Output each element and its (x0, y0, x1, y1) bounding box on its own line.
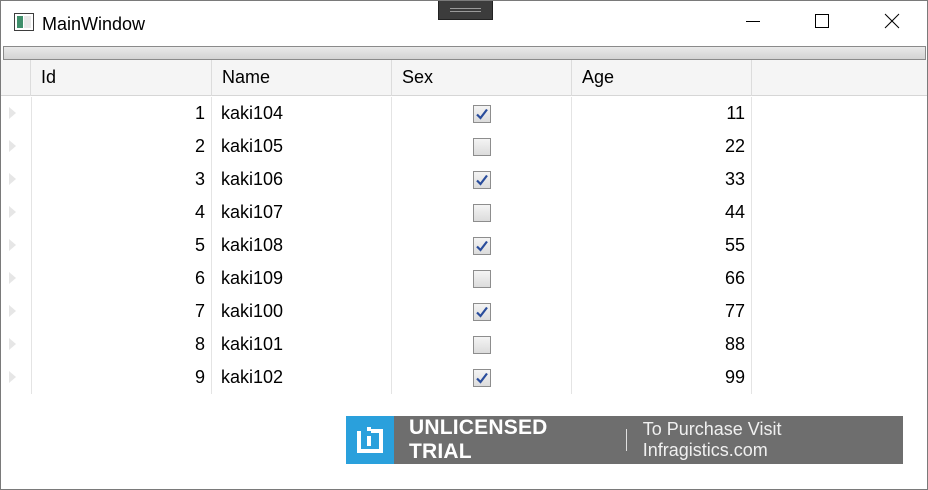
checkmark-icon (476, 108, 488, 120)
table-row[interactable]: 2 kaki105 22 (1, 130, 927, 163)
row-selector-arrow-icon[interactable] (9, 107, 16, 119)
cell-sex[interactable] (391, 163, 571, 196)
cell-age[interactable]: 77 (571, 295, 751, 328)
toolbar-band (3, 46, 926, 60)
sex-checkbox[interactable] (473, 138, 491, 156)
cell-age[interactable]: 99 (571, 361, 751, 394)
sex-checkbox[interactable] (473, 369, 491, 387)
sex-checkbox[interactable] (473, 336, 491, 354)
trial-watermark: UNLICENSED TRIAL To Purchase Visit Infra… (346, 416, 903, 464)
table-row[interactable]: 4 kaki107 44 (1, 196, 927, 229)
cell-age[interactable]: 11 (571, 97, 751, 130)
maximize-button[interactable] (787, 1, 857, 45)
cell-age[interactable]: 44 (571, 196, 751, 229)
watermark-divider (625, 429, 627, 451)
row-selector-arrow-icon[interactable] (9, 305, 16, 317)
sex-checkbox[interactable] (473, 204, 491, 222)
grid-body: 1 kaki104 11 2 kaki105 22 3 kaki106 33 4… (1, 97, 927, 394)
column-header-sex[interactable]: Sex (392, 60, 572, 96)
cell-name[interactable]: kaki108 (221, 229, 391, 262)
cell-id[interactable]: 7 (31, 295, 211, 328)
cell-age[interactable]: 33 (571, 163, 751, 196)
table-row[interactable]: 1 kaki104 11 (1, 97, 927, 130)
cell-name[interactable]: kaki102 (221, 361, 391, 394)
cell-name[interactable]: kaki107 (221, 196, 391, 229)
cell-id[interactable]: 6 (31, 262, 211, 295)
cell-name[interactable]: kaki109 (221, 262, 391, 295)
row-selector-arrow-icon[interactable] (9, 272, 16, 284)
checkmark-icon (476, 240, 488, 252)
close-button[interactable] (857, 1, 927, 45)
main-window: MainWindow Id Name Sex Age 1 kaki104 11 … (0, 0, 928, 490)
grid-header: Id Name Sex Age (1, 60, 927, 96)
column-header-name[interactable]: Name (212, 60, 392, 96)
cell-id[interactable]: 8 (31, 328, 211, 361)
row-selector-arrow-icon[interactable] (9, 206, 16, 218)
row-selector-arrow-icon[interactable] (9, 338, 16, 350)
data-grid[interactable]: Id Name Sex Age 1 kaki104 11 2 kaki105 2… (1, 60, 927, 395)
title-bar[interactable]: MainWindow (1, 1, 927, 45)
table-row[interactable]: 5 kaki108 55 (1, 229, 927, 262)
table-row[interactable]: 9 kaki102 99 (1, 361, 927, 394)
row-selector-arrow-icon[interactable] (9, 140, 16, 152)
cell-age[interactable]: 88 (571, 328, 751, 361)
cell-name[interactable]: kaki105 (221, 130, 391, 163)
table-row[interactable]: 6 kaki109 66 (1, 262, 927, 295)
sex-checkbox[interactable] (473, 270, 491, 288)
table-row[interactable]: 8 kaki101 88 (1, 328, 927, 361)
window-title: MainWindow (42, 14, 146, 34)
cell-sex[interactable] (391, 229, 571, 262)
row-selector-arrow-icon[interactable] (9, 239, 16, 251)
close-icon (884, 13, 900, 34)
drag-handle[interactable] (438, 1, 493, 20)
sex-checkbox[interactable] (473, 237, 491, 255)
cell-id[interactable]: 9 (31, 361, 211, 394)
column-header-id[interactable]: Id (31, 60, 212, 96)
cell-id[interactable]: 1 (31, 97, 211, 130)
cell-id[interactable]: 5 (31, 229, 211, 262)
maximize-icon (814, 13, 830, 34)
cell-sex[interactable] (391, 196, 571, 229)
minimize-button[interactable] (718, 1, 788, 45)
cell-id[interactable]: 3 (31, 163, 211, 196)
row-selector-arrow-icon[interactable] (9, 371, 16, 383)
watermark-sub-text: To Purchase Visit Infragistics.com (642, 419, 782, 460)
cell-sex[interactable] (391, 295, 571, 328)
row-selector-arrow-icon[interactable] (9, 173, 16, 185)
cell-id[interactable]: 2 (31, 130, 211, 163)
checkmark-icon (476, 306, 488, 318)
cell-sex[interactable] (391, 262, 571, 295)
row-selector-header (1, 60, 31, 96)
table-row[interactable]: 3 kaki106 33 (1, 163, 927, 196)
cell-age[interactable]: 22 (571, 130, 751, 163)
cell-age[interactable]: 55 (571, 229, 751, 262)
cell-name[interactable]: kaki106 (221, 163, 391, 196)
table-row[interactable]: 7 kaki100 77 (1, 295, 927, 328)
checkmark-icon (476, 372, 488, 384)
cell-id[interactable]: 4 (31, 196, 211, 229)
cell-age[interactable]: 66 (571, 262, 751, 295)
sex-checkbox[interactable] (473, 171, 491, 189)
sex-checkbox[interactable] (473, 105, 491, 123)
sex-checkbox[interactable] (473, 303, 491, 321)
checkmark-icon (476, 174, 488, 186)
cell-name[interactable]: kaki100 (221, 295, 391, 328)
cell-name[interactable]: kaki104 (221, 97, 391, 130)
column-header-age[interactable]: Age (572, 60, 752, 96)
cell-name[interactable]: kaki101 (221, 328, 391, 361)
minimize-icon (745, 13, 761, 34)
watermark-main-text: UNLICENSED TRIAL (409, 416, 548, 463)
cell-sex[interactable] (391, 130, 571, 163)
cell-sex[interactable] (391, 97, 571, 130)
infragistics-logo-icon (346, 416, 394, 464)
window-app-icon (14, 13, 34, 31)
cell-sex[interactable] (391, 328, 571, 361)
cell-sex[interactable] (391, 361, 571, 394)
